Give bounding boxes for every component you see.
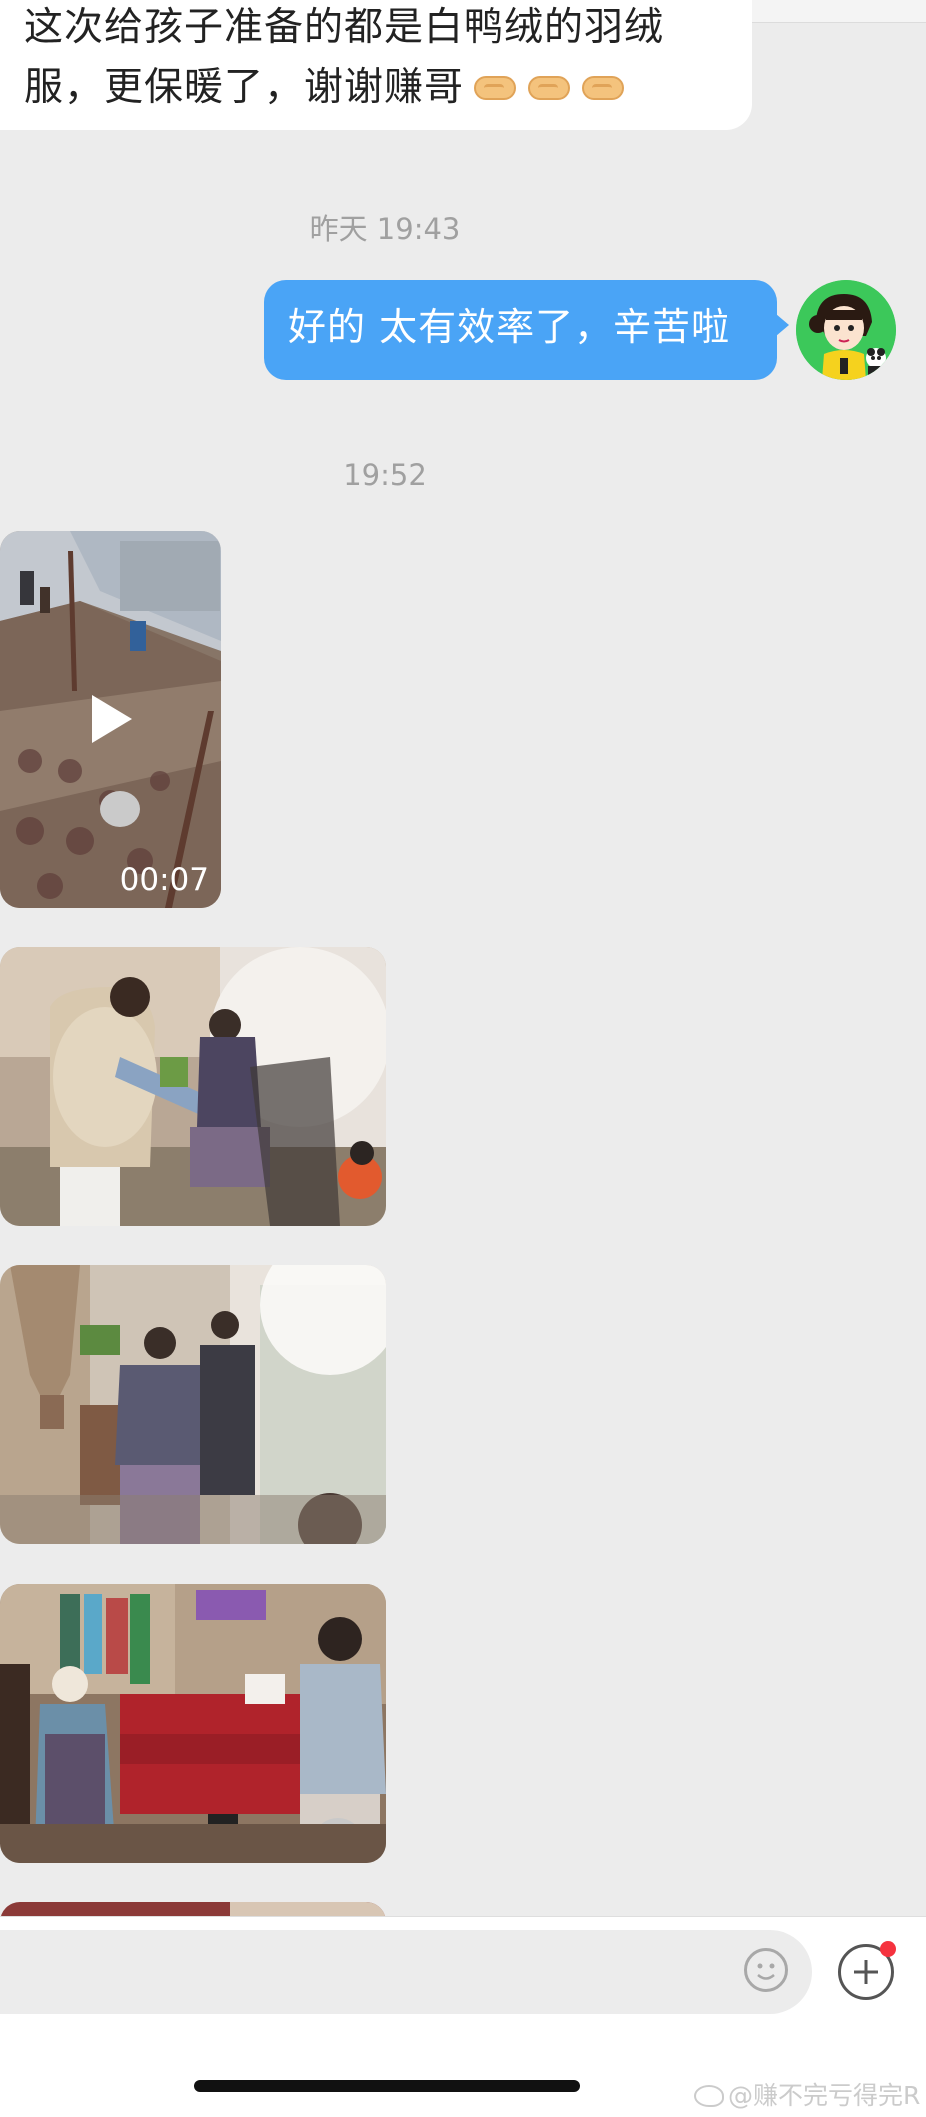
video-message[interactable]: 00:07: [0, 531, 221, 908]
incoming-message-line-2-text: 服，更保暖了，谢谢赚哥: [24, 65, 465, 110]
home-indicator[interactable]: [194, 2080, 580, 2092]
handshake-icon: [472, 70, 518, 104]
incoming-message-line-1: 这次给孩子准备的都是白鸭绒的羽绒: [24, 5, 665, 50]
handshake-icon: [580, 70, 626, 104]
watermark: @赚不完亏得完R: [694, 2076, 920, 2112]
image-message[interactable]: [0, 1265, 386, 1544]
photo-thumbnail: [0, 947, 386, 1226]
timestamp: 19:52: [343, 458, 427, 492]
play-icon[interactable]: [92, 695, 132, 743]
smiley-icon[interactable]: [744, 1948, 788, 1992]
outgoing-message-bubble[interactable]: 好的 太有效率了，辛苦啦: [264, 280, 789, 380]
avatar[interactable]: [796, 280, 896, 380]
message-input[interactable]: [0, 1930, 812, 2014]
image-message[interactable]: [0, 1584, 386, 1863]
photo-thumbnail: [0, 1265, 386, 1544]
photo-thumbnail: [0, 1584, 386, 1863]
smiley-icon-graphic: [757, 1963, 775, 1980]
incoming-message-line-2: 服，更保暖了，谢谢赚哥: [24, 68, 626, 107]
weibo-icon: [694, 2085, 724, 2107]
video-duration: 00:07: [119, 862, 209, 898]
handshake-icon: [526, 70, 572, 104]
avatar-illustration: [796, 280, 896, 380]
incoming-message-bubble[interactable]: 这次给孩子准备的都是白鸭绒的羽绒 服，更保暖了，谢谢赚哥: [0, 0, 752, 130]
timestamp: 昨天 19:43: [309, 212, 461, 246]
outgoing-message-text: 好的 太有效率了，辛苦啦: [288, 305, 731, 349]
notification-badge: [880, 1941, 896, 1957]
image-message[interactable]: [0, 947, 386, 1226]
watermark-text: @赚不完亏得完R: [728, 2081, 921, 2110]
